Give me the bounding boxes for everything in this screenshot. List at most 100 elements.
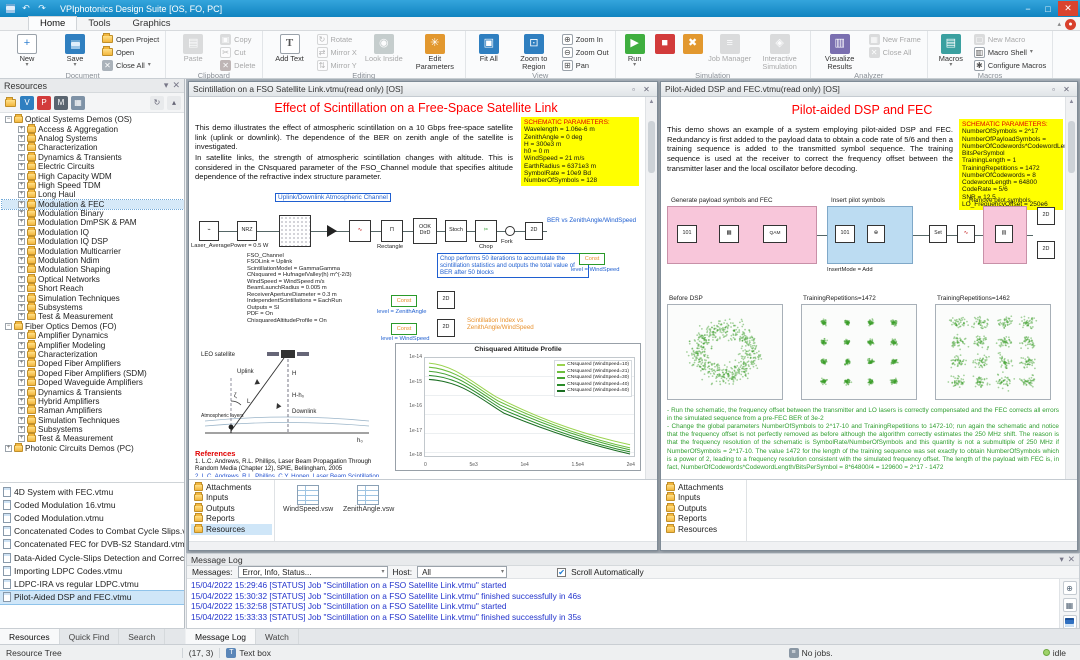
collapse-all-icon[interactable]: ▴ (167, 96, 181, 110)
close-all-frames-button[interactable]: ✕Close All (867, 46, 923, 58)
log-zoom-icon[interactable]: ⊕ (1063, 581, 1077, 595)
panel-menu-icon[interactable]: ▾ (1059, 554, 1063, 565)
doc-vertical-scrollbar[interactable]: ▲ (645, 97, 657, 479)
paste-button[interactable]: ▤Paste (170, 33, 216, 63)
pan-button[interactable]: ⊞Pan (560, 59, 611, 71)
tab-tools[interactable]: Tools (77, 17, 121, 30)
file-list-item[interactable]: Importing LDPC Codes.vtmu (0, 564, 184, 577)
open-project-button[interactable]: Open Project (100, 33, 161, 45)
file-list-item[interactable]: Concatenated FEC for DVB-S2 Standard.vtm… (0, 538, 184, 551)
log-save-icon[interactable] (1063, 615, 1077, 629)
float-window-icon[interactable]: ▫ (1047, 84, 1060, 95)
mini-tree-item[interactable]: Inputs (663, 493, 744, 504)
tab-resources[interactable]: Resources (0, 629, 60, 644)
collapse-ribbon-icon[interactable]: ▴ (1057, 20, 1061, 28)
mirror-x-button[interactable]: ⇄Mirror X (315, 46, 359, 58)
save-button[interactable]: Save▾ (52, 33, 98, 67)
open-button[interactable]: Open (100, 46, 161, 58)
interactive-simulation-button[interactable]: ◈Interactive Simulation (754, 33, 806, 71)
doc-vertical-scrollbar[interactable]: ▲ (1065, 97, 1077, 479)
macros-button[interactable]: ▤Macros▾ (932, 33, 970, 67)
doc-canvas[interactable]: Effect of Scintillation on a Free-Space … (189, 97, 657, 479)
close-doc-icon[interactable]: ✕ (1060, 84, 1073, 95)
mini-tree-item[interactable]: Attachments (663, 482, 744, 493)
abort-button[interactable]: ✖ (680, 33, 706, 55)
macro-shell-button[interactable]: ▥Macro Shell▾ (972, 46, 1048, 58)
tree-item[interactable]: + Photonic Circuits Demos (PC) (2, 444, 184, 453)
tab-graphics[interactable]: Graphics (122, 17, 182, 30)
log-lines[interactable]: 15/04/2022 15:29:46 [STATUS] Job "Scinti… (187, 579, 1059, 629)
zoom-to-region-button[interactable]: ⊡Zoom to Region (510, 33, 558, 71)
scroll-automatically-checkbox[interactable]: ✔ (557, 568, 566, 577)
add-text-button[interactable]: TAdd Text (267, 33, 313, 63)
file-list-item[interactable]: Coded Modulation.vtmu (0, 511, 184, 524)
close-button[interactable]: ✕ (1058, 1, 1078, 16)
file-list-item[interactable]: 4D System with FEC.vtmu (0, 485, 184, 498)
doc-titlebar[interactable]: Scintillation on a FSO Satellite Link.vt… (189, 82, 657, 97)
float-window-icon[interactable]: ▫ (627, 84, 640, 95)
stop-button[interactable]: ■ (652, 33, 678, 55)
cut-button[interactable]: ✂Cut (218, 46, 257, 58)
new-button[interactable]: +New▾ (4, 33, 50, 67)
mini-tree-item[interactable]: Resources (191, 524, 272, 535)
close-all-button[interactable]: ✕Close All▾ (100, 59, 161, 71)
zoom-in-button[interactable]: ⊕Zoom In (560, 33, 611, 45)
file-list-item[interactable]: Data-Aided Cycle-Slips Detection and Cor… (0, 551, 184, 564)
mini-tree-item[interactable]: Reports (663, 514, 744, 525)
parameter-icon[interactable]: P (37, 96, 51, 110)
file-list-item[interactable]: LDPC-IRA vs regular LDPC.vtmu (0, 577, 184, 590)
modules-icon[interactable]: ▦ (71, 96, 85, 110)
look-inside-button[interactable]: ◉Look Inside (361, 33, 407, 63)
job-manager-button[interactable]: ≡Job Manager (708, 33, 752, 63)
new-frame-button[interactable]: ▦New Frame (867, 33, 923, 45)
schematic-diagram[interactable]: Uplink/Downlink Atmospheric Channel ⌁ La… (191, 191, 643, 343)
doc-titlebar[interactable]: Pilot-Aided DSP and FEC.vtmu(read only) … (661, 82, 1077, 97)
configure-macros-button[interactable]: ✱Configure Macros (972, 59, 1048, 71)
doc-canvas[interactable]: Pilot-aided DSP and FEC This demo shows … (661, 97, 1077, 479)
attachment-file[interactable]: ZenithAngle.vsw (343, 485, 393, 514)
new-macro-button[interactable]: ▢New Macro (972, 33, 1048, 45)
run-button[interactable]: ▶Run▾ (620, 33, 650, 67)
doc-horizontal-scrollbar[interactable] (189, 541, 657, 550)
host-select[interactable]: All▾ (417, 566, 507, 578)
tree-item[interactable]: + Test & Measurement (2, 434, 184, 443)
copy-button[interactable]: ▣Copy (218, 33, 257, 45)
doc-horizontal-scrollbar[interactable] (661, 541, 1077, 550)
messages-filter-select[interactable]: Error, Info, Status...▾ (238, 566, 388, 578)
file-list-item[interactable]: Concatenated Codes to Combat Cycle Slips… (0, 525, 184, 538)
new-folder-icon[interactable] (3, 96, 17, 110)
mini-tree-item[interactable]: Resources (663, 524, 744, 535)
mini-tree-item[interactable]: Outputs (191, 503, 272, 514)
undo-icon[interactable]: ↶ (18, 1, 34, 16)
mini-tree-item[interactable]: Outputs (663, 503, 744, 514)
close-doc-icon[interactable]: ✕ (640, 84, 653, 95)
tab-quick-find[interactable]: Quick Find (60, 629, 120, 644)
mini-tree-item[interactable]: Inputs (191, 493, 272, 504)
file-list-item[interactable]: Coded Modulation 16.vtmu (0, 498, 184, 511)
file-list-item[interactable]: Pilot-Aided DSP and FEC.vtmu (0, 591, 184, 604)
tree-item[interactable]: + Test & Measurement (2, 312, 184, 321)
redo-icon[interactable]: ↷ (34, 1, 50, 16)
fit-all-button[interactable]: ▣Fit All (470, 33, 508, 63)
save-icon[interactable] (2, 1, 18, 16)
schematic-diagram[interactable]: Generate payload symbols and FEC 101 ▦ Q… (663, 197, 1063, 291)
attachment-file[interactable]: WindSpeed.vsw (283, 485, 333, 514)
log-grid-icon[interactable]: ▦ (1063, 598, 1077, 612)
visualize-results-button[interactable]: ▥Visualize Results (815, 33, 865, 71)
tab-watch[interactable]: Watch (256, 629, 299, 644)
zoom-out-button[interactable]: ⊖Zoom Out (560, 46, 611, 58)
account-icon[interactable]: ● (1065, 19, 1076, 30)
rotate-button[interactable]: ↻Rotate (315, 33, 359, 45)
delete-button[interactable]: ✕Delete (218, 59, 257, 71)
schematic-icon[interactable]: V (20, 96, 34, 110)
minimize-button[interactable]: − (1018, 1, 1038, 16)
mirror-y-button[interactable]: ⇅Mirror Y (315, 59, 359, 71)
macro-icon[interactable]: M (54, 96, 68, 110)
tab-message-log[interactable]: Message Log (186, 629, 256, 644)
tab-search[interactable]: Search (119, 629, 165, 644)
refresh-icon[interactable]: ↻ (150, 96, 164, 110)
maximize-button[interactable]: □ (1038, 1, 1058, 16)
panel-close-icon[interactable]: ✕ (1068, 554, 1075, 565)
edit-parameters-button[interactable]: ✳Edit Parameters (409, 33, 461, 71)
panel-menu-icon[interactable]: ▾ (164, 80, 169, 91)
